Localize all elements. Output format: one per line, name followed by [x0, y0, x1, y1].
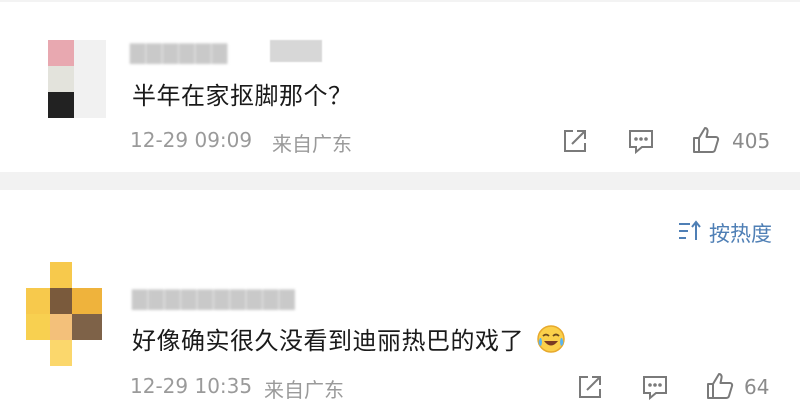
comment-text: 好像确实很久没看到迪丽热巴的戏了: [132, 321, 566, 360]
top-divider: [0, 0, 800, 2]
comment-date: 12-29 09:09: [130, 128, 253, 152]
comment-text-body: 好像确实很久没看到迪丽热巴的戏了: [132, 327, 524, 355]
like-thumb-icon[interactable]: [690, 124, 722, 156]
sort-icon: [677, 219, 703, 247]
share-icon[interactable]: [560, 126, 590, 156]
comment-location: 来自广东: [264, 378, 344, 402]
username-obscured[interactable]: ▇▇▇▇▇▇▇▇▇▇: [132, 286, 296, 310]
sort-label: 按热度: [709, 222, 772, 246]
sort-button[interactable]: 按热度: [677, 218, 772, 248]
like-count: 64: [744, 375, 770, 399]
comment-icon[interactable]: [640, 372, 670, 402]
comment-date: 12-29 10:35: [130, 374, 253, 398]
share-icon[interactable]: [575, 372, 605, 402]
laughing-crying-emoji-icon: [536, 324, 566, 360]
section-separator: [0, 172, 800, 190]
comment-location: 来自广东: [272, 132, 352, 156]
username-mosaic: [270, 40, 322, 62]
like-thumb-icon[interactable]: [704, 370, 736, 402]
username-obscured[interactable]: ▇▇▇▇▇▇: [130, 40, 228, 64]
avatar[interactable]: [48, 40, 106, 118]
comment-text: 半年在家抠脚那个？: [132, 82, 353, 110]
avatar[interactable]: [26, 262, 106, 366]
comment-icon[interactable]: [626, 126, 656, 156]
like-count: 405: [732, 129, 771, 153]
